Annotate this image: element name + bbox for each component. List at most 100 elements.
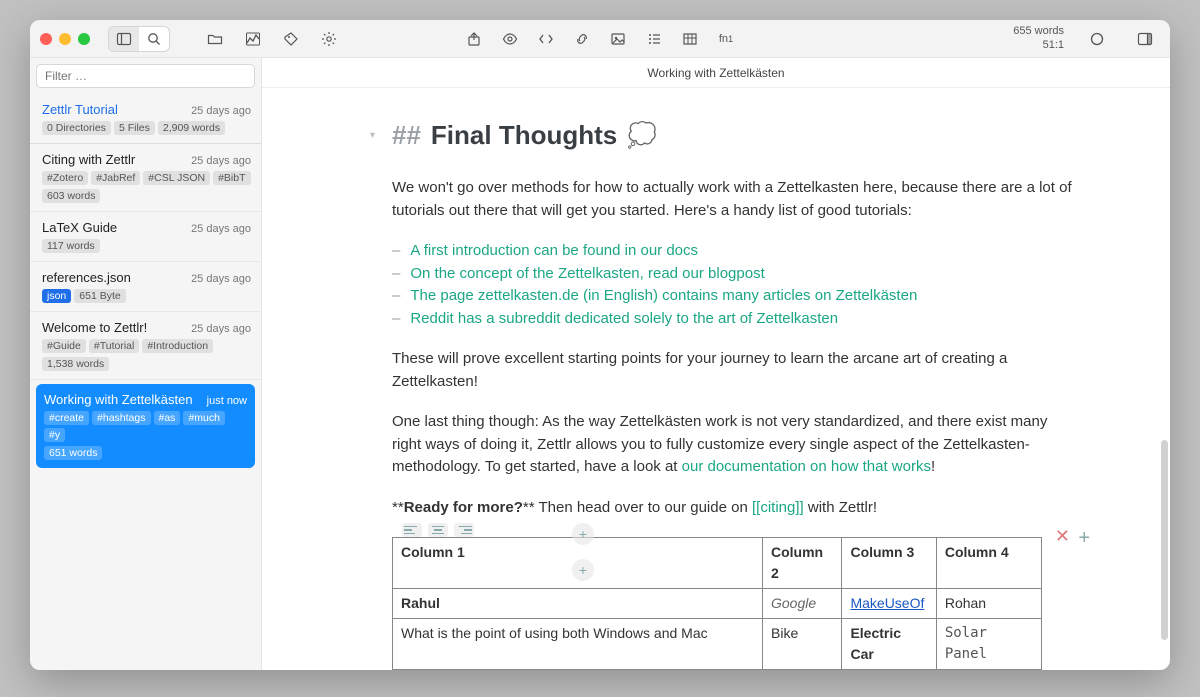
open-folder-button[interactable]	[200, 27, 230, 51]
list-item[interactable]: –The page zettelkasten.de (in English) c…	[392, 285, 1080, 308]
insert-image-button[interactable]	[607, 27, 629, 51]
file-time: 25 days ago	[191, 105, 251, 117]
share-icon	[466, 31, 482, 47]
minimize-window-button[interactable]	[59, 33, 71, 45]
file-title: Citing with Zettlr	[42, 152, 135, 167]
file-tag: #Guide	[42, 339, 86, 353]
filter-input[interactable]	[36, 64, 255, 88]
file-meta: 5 Files	[114, 121, 155, 135]
preferences-button[interactable]	[314, 27, 344, 51]
table-row: Rahul Google MakeUseOf Rohan	[393, 589, 1042, 619]
pomodoro-button[interactable]	[1082, 27, 1112, 51]
list-item[interactable]: –On the concept of the Zettelkasten, rea…	[392, 263, 1080, 286]
maximize-window-button[interactable]	[78, 33, 90, 45]
toolbar-center: fn1	[463, 27, 737, 51]
app-window: fn1 655 words 51:1 Zettlr Tutorial	[30, 20, 1170, 670]
markdown-table[interactable]: Column 1 Column 2 Column 3 Column 4 Rahu…	[392, 537, 1042, 670]
sidebar-icon	[116, 31, 132, 47]
file-item-references[interactable]: references.json 25 days ago json 651 Byt…	[30, 262, 261, 312]
paragraph[interactable]: We won't go over methods for how to actu…	[392, 177, 1080, 222]
view-toggle	[108, 26, 170, 52]
heading-marker: ##	[392, 116, 421, 155]
bullet-list[interactable]: –A first introduction can be found in ou…	[392, 240, 1080, 330]
window-controls	[40, 33, 90, 45]
preview-button[interactable]	[499, 27, 521, 51]
add-column-end-button[interactable]: +	[1078, 523, 1090, 553]
heading[interactable]: ▾ ## Final Thoughts 💭	[392, 116, 1080, 155]
link-icon	[574, 31, 590, 47]
toolbar-right: 655 words 51:1	[1013, 25, 1160, 51]
file-tag: #y	[44, 428, 65, 442]
table-cell[interactable]: MakeUseOf	[842, 589, 936, 619]
paragraph[interactable]: One last thing though: As the way Zettel…	[392, 411, 1080, 479]
align-center-button[interactable]	[428, 523, 448, 537]
table-row: What is the point of using both Windows …	[393, 619, 1042, 670]
word-count: 655 words	[1013, 25, 1064, 38]
file-item-zettelkasten[interactable]: Working with Zettelkästen just now #crea…	[36, 384, 255, 468]
add-row-button[interactable]: +	[572, 559, 594, 581]
insert-tasklist-button[interactable]	[643, 27, 665, 51]
file-time: 25 days ago	[191, 323, 251, 335]
sidebar-toggle-button[interactable]	[109, 27, 139, 51]
delete-table-button[interactable]: ✕	[1055, 523, 1070, 550]
file-item-citing[interactable]: Citing with Zettlr 25 days ago #Zotero #…	[30, 144, 261, 212]
tasklist-icon	[646, 31, 662, 47]
right-sidebar-toggle-button[interactable]	[1130, 27, 1160, 51]
insert-link-button[interactable]	[571, 27, 593, 51]
share-button[interactable]	[463, 27, 485, 51]
insert-footnote-button[interactable]: fn1	[715, 27, 737, 51]
fold-caret-icon[interactable]: ▾	[370, 128, 375, 143]
table-cell[interactable]: Rohan	[936, 589, 1041, 619]
table-cell[interactable]: Google	[763, 589, 842, 619]
insert-table-button[interactable]	[679, 27, 701, 51]
table-cell[interactable]: Rahul	[393, 589, 763, 619]
global-search-button[interactable]	[139, 27, 169, 51]
table-header[interactable]: Column 3	[842, 538, 936, 589]
paragraph[interactable]: **Ready for more?** Then head over to ou…	[392, 497, 1080, 520]
file-item-latex[interactable]: LaTeX Guide 25 days ago 117 words	[30, 212, 261, 262]
editor-pane: Working with Zettelkästen ▾ ## Final Tho…	[262, 58, 1170, 670]
file-item-tutorial[interactable]: Zettlr Tutorial 25 days ago 0 Directorie…	[30, 94, 261, 144]
file-wordcount: 651 words	[44, 446, 102, 460]
table-header[interactable]: Column 2	[763, 538, 842, 589]
table-cell[interactable]: Electric Car	[842, 619, 936, 670]
file-time: 25 days ago	[191, 223, 251, 235]
wikilink[interactable]: citing	[760, 499, 795, 516]
file-tag: #create	[44, 411, 89, 425]
list-item[interactable]: –A first introduction can be found in ou…	[392, 240, 1080, 263]
file-item-welcome[interactable]: Welcome to Zettlr! 25 days ago #Guide #T…	[30, 312, 261, 380]
inline-link[interactable]: our documentation on how that works	[682, 458, 931, 475]
heading-text: Final Thoughts	[431, 116, 617, 155]
file-tag: #Introduction	[142, 339, 213, 353]
table-editor[interactable]: + + ✕ + Column 1 Column 2 Column 3 Colum…	[392, 537, 1080, 670]
file-title: references.json	[42, 270, 131, 285]
editor[interactable]: ▾ ## Final Thoughts 💭 We won't go over m…	[262, 88, 1170, 670]
file-time: 25 days ago	[191, 273, 251, 285]
table-cell[interactable]: Bike	[763, 619, 842, 670]
code-icon	[538, 31, 554, 47]
file-tag: #as	[154, 411, 181, 425]
tags-button[interactable]	[276, 27, 306, 51]
table-header[interactable]: Column 4	[936, 538, 1041, 589]
file-tag: #CSL JSON	[143, 171, 210, 185]
file-time: 25 days ago	[191, 155, 251, 167]
close-window-button[interactable]	[40, 33, 52, 45]
paragraph[interactable]: These will prove excellent starting poin…	[392, 348, 1080, 393]
scrollbar-thumb[interactable]	[1161, 440, 1168, 640]
table-cell[interactable]: Solar Panel	[936, 619, 1041, 670]
table-link[interactable]: MakeUseOf	[850, 595, 924, 611]
right-panel-icon	[1137, 31, 1153, 47]
align-right-button[interactable]	[454, 523, 474, 537]
gear-icon	[321, 31, 337, 47]
file-size: 651 Byte	[74, 289, 125, 303]
insert-code-button[interactable]	[535, 27, 557, 51]
stats-button[interactable]	[238, 27, 268, 51]
table-cell[interactable]: What is the point of using both Windows …	[393, 619, 763, 670]
list-item[interactable]: –Reddit has a subreddit dedicated solely…	[392, 308, 1080, 331]
file-wordcount: 603 words	[42, 189, 100, 203]
file-wordcount: 1,538 words	[42, 357, 109, 371]
align-left-button[interactable]	[402, 523, 422, 537]
file-title: Welcome to Zettlr!	[42, 320, 147, 335]
add-column-button[interactable]: +	[572, 523, 594, 545]
status-text: 655 words 51:1	[1013, 25, 1064, 51]
